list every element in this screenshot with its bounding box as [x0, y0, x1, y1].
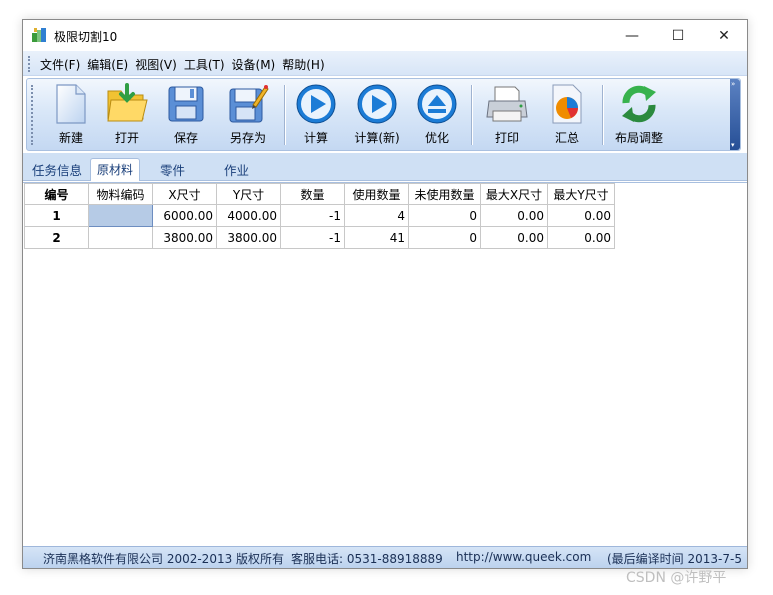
column-header-max-x-size[interactable]: 最大X尺寸 [480, 183, 548, 205]
menu-device[interactable]: 设备(M) [230, 56, 281, 73]
layout-adjust-button[interactable]: 布局调整 [609, 81, 669, 149]
title-bar: 极限切割10 — ☐ ✕ [23, 20, 747, 51]
calculate-new-label: 计算(新) [354, 131, 400, 145]
tab-strip: 任务信息 原材料 零件 作业 [23, 153, 747, 181]
status-build-time: (最后编译时间 2013-7-5 [607, 552, 742, 566]
calculate-new-button[interactable]: 计算(新) [347, 81, 407, 149]
tab-raw-materials[interactable]: 原材料 [90, 158, 141, 181]
menu-view[interactable]: 视图(V) [133, 56, 182, 73]
toolbar-separator [602, 85, 604, 145]
column-header-material-code[interactable]: 物料编码 [88, 183, 153, 205]
overflow-chevron-icon: » [731, 80, 736, 88]
new-label: 新建 [58, 131, 83, 145]
max-y-size-cell[interactable]: 0.00 [547, 226, 615, 249]
toolbar-separator [471, 85, 473, 145]
y-size-cell[interactable]: 3800.00 [216, 226, 281, 249]
used-quantity-cell[interactable]: 4 [344, 204, 409, 227]
save-button[interactable]: 保存 [162, 81, 210, 149]
new-document-icon [56, 84, 86, 124]
save-as-label: 另存为 [229, 131, 266, 145]
toolbar-grip[interactable] [31, 85, 34, 145]
x-size-cell[interactable]: 6000.00 [152, 204, 217, 227]
eject-icon [417, 84, 457, 124]
material-code-cell[interactable] [88, 226, 153, 249]
calculate-label: 计算 [303, 131, 328, 145]
close-button[interactable]: ✕ [701, 20, 747, 51]
unused-quantity-cell[interactable]: 0 [408, 226, 481, 249]
watermark: CSDN @许野平 [626, 570, 727, 586]
table-row[interactable]: 2 3800.00 3800.00 -1 41 0 0.00 0.00 [24, 226, 615, 249]
menu-help[interactable]: 帮助(H) [280, 56, 329, 73]
print-label: 打印 [494, 131, 519, 145]
open-button[interactable]: 打开 [103, 81, 151, 149]
status-bar: 济南黑格软件有限公司 2002-2013 版权所有 客服电话: 0531-889… [23, 546, 747, 568]
max-y-size-cell[interactable]: 0.00 [547, 204, 615, 227]
table-row[interactable]: 1 6000.00 4000.00 -1 4 0 0.00 0.00 [24, 204, 615, 227]
save-as-icon [229, 85, 269, 123]
quantity-cell[interactable]: -1 [280, 226, 345, 249]
column-header-used-quantity[interactable]: 使用数量 [344, 183, 409, 205]
minimize-button[interactable]: — [609, 20, 655, 51]
save-as-button[interactable]: 另存为 [220, 81, 276, 149]
table-header-row: 编号 物料编码 X尺寸 Y尺寸 数量 使用数量 未使用数量 最大X尺寸 最大Y尺… [24, 183, 615, 205]
save-label: 保存 [173, 131, 198, 145]
print-button[interactable]: 打印 [483, 81, 531, 149]
printer-icon [486, 86, 528, 122]
play-icon [357, 84, 397, 124]
tab-task-info[interactable]: 任务信息 [32, 160, 82, 179]
max-x-size-cell[interactable]: 0.00 [480, 204, 548, 227]
used-quantity-cell[interactable]: 41 [344, 226, 409, 249]
row-number-cell[interactable]: 1 [24, 204, 89, 227]
close-icon: ✕ [718, 27, 730, 44]
materials-grid-area: 编号 物料编码 X尺寸 Y尺寸 数量 使用数量 未使用数量 最大X尺寸 最大Y尺… [23, 182, 747, 547]
optimize-button[interactable]: 优化 [413, 81, 461, 149]
material-code-cell[interactable] [88, 204, 153, 227]
open-label: 打开 [114, 131, 139, 145]
new-button[interactable]: 新建 [47, 81, 95, 149]
materials-table: 编号 物料编码 X尺寸 Y尺寸 数量 使用数量 未使用数量 最大X尺寸 最大Y尺… [24, 183, 615, 249]
dropdown-arrow-icon: ▾ [731, 141, 735, 149]
status-copyright: 济南黑格软件有限公司 2002-2013 版权所有 [43, 552, 285, 566]
open-folder-icon [107, 83, 148, 122]
toolbar: 新建 打开 保存 另存为 计算 计算(新) 优化 打印 汇总 布局调整 » ▾ [26, 78, 741, 151]
row-number-cell[interactable]: 2 [24, 226, 89, 249]
app-window: 极限切割10 — ☐ ✕ 文件(F) 编辑(E) 视图(V) 工具(T) 设备(… [22, 19, 748, 569]
quantity-cell[interactable]: -1 [280, 204, 345, 227]
column-header-y-size[interactable]: Y尺寸 [216, 183, 281, 205]
unused-quantity-cell[interactable]: 0 [408, 204, 481, 227]
optimize-label: 优化 [424, 131, 449, 145]
toolbar-separator [284, 85, 286, 145]
y-size-cell[interactable]: 4000.00 [216, 204, 281, 227]
app-logo-icon [32, 28, 46, 42]
calculate-button[interactable]: 计算 [292, 81, 340, 149]
max-x-size-cell[interactable]: 0.00 [480, 226, 548, 249]
toolbar-overflow-button[interactable]: » ▾ [730, 79, 740, 150]
menu-bar: 文件(F) 编辑(E) 视图(V) 工具(T) 设备(M) 帮助(H) [23, 51, 747, 76]
menu-file[interactable]: 文件(F) [38, 56, 85, 73]
x-size-cell[interactable]: 3800.00 [152, 226, 217, 249]
pie-chart-icon [552, 84, 582, 124]
tab-jobs[interactable]: 作业 [224, 160, 249, 179]
menu-tools[interactable]: 工具(T) [182, 56, 230, 73]
column-header-id[interactable]: 编号 [24, 183, 89, 205]
column-header-max-y-size[interactable]: 最大Y尺寸 [547, 183, 615, 205]
menu-edit[interactable]: 编辑(E) [85, 56, 133, 73]
column-header-unused-quantity[interactable]: 未使用数量 [408, 183, 481, 205]
column-header-quantity[interactable]: 数量 [280, 183, 345, 205]
menubar-grip[interactable] [28, 56, 31, 72]
summary-button[interactable]: 汇总 [543, 81, 591, 149]
column-header-x-size[interactable]: X尺寸 [152, 183, 217, 205]
layout-adjust-label: 布局调整 [614, 131, 663, 145]
minimize-icon: — [625, 27, 639, 44]
window-title: 极限切割10 [54, 30, 118, 44]
tab-parts[interactable]: 零件 [160, 160, 185, 179]
status-website-link[interactable]: http://www.queek.com [456, 550, 591, 564]
summary-label: 汇总 [554, 131, 579, 145]
floppy-disk-icon [168, 86, 204, 122]
maximize-button[interactable]: ☐ [655, 20, 701, 51]
play-icon [296, 84, 336, 124]
status-phone: 客服电话: 0531-88918889 [291, 552, 443, 566]
maximize-icon: ☐ [671, 27, 685, 44]
refresh-icon [622, 85, 656, 123]
